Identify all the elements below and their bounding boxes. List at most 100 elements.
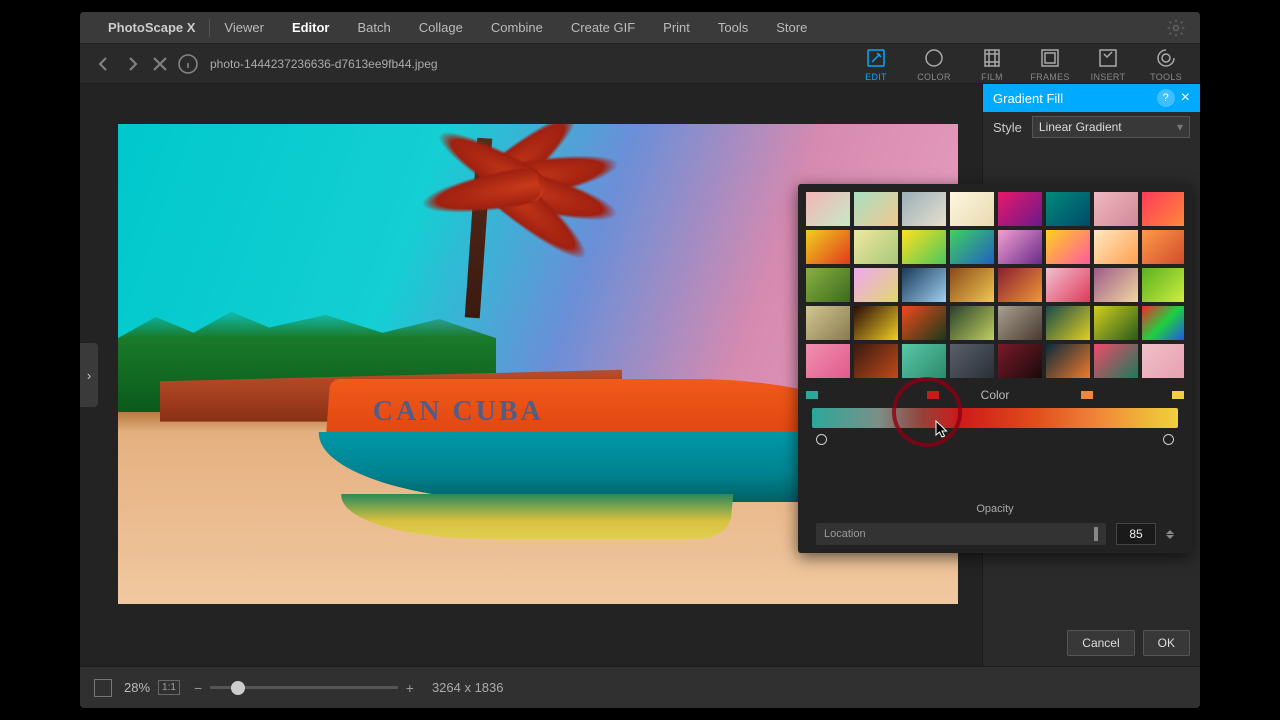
gradient-swatch[interactable] [806,344,850,378]
info-icon[interactable] [176,52,200,76]
gradient-swatch[interactable] [806,230,850,264]
tooltab-label: FRAMES [1030,72,1069,82]
opacity-label: Opacity [806,503,1184,515]
tooltab-edit[interactable]: EDIT [852,46,900,82]
swatch-grid [806,192,1184,378]
gradient-swatch[interactable] [1094,344,1138,378]
insert-icon [1096,46,1120,70]
tooltab-tools[interactable]: TOOLS [1142,46,1190,82]
gradient-swatch[interactable] [806,306,850,340]
boat-lettering: CAN CUBA [373,396,544,428]
zoom-out-icon[interactable]: − [194,680,202,696]
gradient-swatch[interactable] [902,344,946,378]
tooltab-frames[interactable]: FRAMES [1026,46,1074,82]
gradient-bar[interactable] [812,408,1178,428]
gradient-swatch[interactable] [1046,306,1090,340]
gradient-stop[interactable] [928,398,938,410]
gradient-swatch[interactable] [1094,230,1138,264]
color-icon [922,46,946,70]
color-label: Color [806,388,1184,402]
panel-close-icon[interactable]: × [1181,89,1190,107]
tab-print[interactable]: Print [649,12,704,44]
gradient-swatch[interactable] [854,306,898,340]
forward-icon[interactable] [120,52,144,76]
gradient-stop[interactable] [807,398,817,410]
gradient-swatch[interactable] [854,344,898,378]
gradient-swatch[interactable] [902,192,946,226]
zoom-1to1[interactable]: 1:1 [158,680,180,695]
main-tabbar: PhotoScape X ViewerEditorBatchCollageCom… [80,12,1200,44]
tooltab-color[interactable]: COLOR [910,46,958,82]
gradient-swatch[interactable] [950,192,994,226]
gradient-swatch[interactable] [1142,306,1184,340]
gradient-end-handle[interactable] [1163,434,1174,445]
gradient-swatch[interactable] [998,306,1042,340]
gradient-stop[interactable] [1173,398,1183,410]
gradient-swatch[interactable] [902,268,946,302]
image-dimensions: 3264 x 1836 [432,680,504,695]
cancel-button[interactable]: Cancel [1067,630,1134,656]
gradient-start-handle[interactable] [816,434,827,445]
zoom-slider[interactable]: − + [194,680,414,696]
gradient-swatch[interactable] [854,230,898,264]
gradient-swatch[interactable] [1094,268,1138,302]
gradient-swatch[interactable] [854,192,898,226]
status-bar: 28% 1:1 − + 3264 x 1836 [80,666,1200,708]
compare-toggle[interactable] [94,679,112,697]
tooltab-label: TOOLS [1150,72,1182,82]
gradient-swatch[interactable] [902,306,946,340]
gradient-swatch[interactable] [1046,230,1090,264]
gradient-swatch[interactable] [950,230,994,264]
location-step-up[interactable] [1166,526,1174,534]
tooltab-insert[interactable]: INSERT [1084,46,1132,82]
gradient-swatch[interactable] [950,268,994,302]
gradient-swatch[interactable] [1142,268,1184,302]
tab-editor[interactable]: Editor [278,12,344,44]
gradient-swatch[interactable] [1046,268,1090,302]
close-icon[interactable] [148,52,172,76]
gradient-swatch[interactable] [998,230,1042,264]
location-value[interactable]: 85 [1116,523,1156,545]
gradient-swatch[interactable] [902,230,946,264]
tab-combine[interactable]: Combine [477,12,557,44]
sidebar-toggle[interactable]: › [80,343,98,407]
gradient-stop[interactable] [1082,398,1092,410]
tab-viewer[interactable]: Viewer [210,12,278,44]
gradient-swatch[interactable] [806,192,850,226]
tab-store[interactable]: Store [762,12,821,44]
tab-tools[interactable]: Tools [704,12,762,44]
gradient-swatch[interactable] [998,192,1042,226]
gear-icon[interactable] [1166,18,1186,38]
gradient-swatch[interactable] [1094,306,1138,340]
help-icon[interactable]: ? [1157,89,1175,107]
style-select[interactable]: Linear Gradient [1032,116,1190,138]
tooltab-label: INSERT [1091,72,1126,82]
panel-title: Gradient Fill [993,91,1063,106]
gradient-swatch[interactable] [950,306,994,340]
tab-create-gif[interactable]: Create GIF [557,12,649,44]
zoom-percent: 28% [124,680,150,695]
tooltab-label: COLOR [917,72,951,82]
gradient-swatch[interactable] [854,268,898,302]
zoom-in-icon[interactable]: + [406,680,414,696]
file-nav-row: photo-1444237236636-d7613ee9fb44.jpeg ED… [80,44,1200,84]
gradient-swatch[interactable] [1142,344,1184,378]
gradient-swatch[interactable] [1142,192,1184,226]
gradient-swatch[interactable] [1046,192,1090,226]
ok-button[interactable]: OK [1143,630,1190,656]
gradient-swatch[interactable] [998,344,1042,378]
location-slider[interactable]: Location [816,523,1106,545]
gradient-swatch[interactable] [1142,230,1184,264]
tab-collage[interactable]: Collage [405,12,477,44]
gradient-swatch[interactable] [998,268,1042,302]
gradient-swatch[interactable] [806,268,850,302]
gradient-swatch[interactable] [1094,192,1138,226]
frames-icon [1038,46,1062,70]
gradient-swatch[interactable] [950,344,994,378]
tab-batch[interactable]: Batch [344,12,405,44]
location-step-down[interactable] [1166,535,1174,543]
gradient-swatch[interactable] [1046,344,1090,378]
back-icon[interactable] [92,52,116,76]
edit-icon [864,46,888,70]
tooltab-film[interactable]: FILM [968,46,1016,82]
